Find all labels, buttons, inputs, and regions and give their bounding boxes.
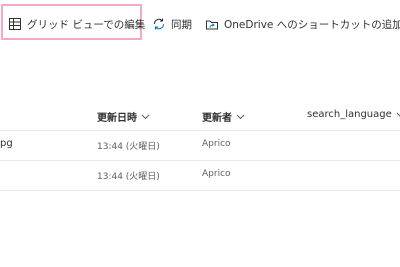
column-header-modified-by-label: 更新者 (202, 113, 232, 124)
sync-button[interactable]: 同期 (152, 0, 192, 48)
modified-time: 13:44 (火曜日) (97, 172, 160, 182)
command-bar: グリッド ビューでの編集 同期 OneDrive へのショートカットの追加 (0, 0, 400, 48)
chevron-down-icon (141, 112, 150, 121)
edit-in-grid-view-button[interactable]: グリッド ビューでの編集 (8, 0, 145, 48)
document-library-view: グリッド ビューでの編集 同期 OneDrive へのショートカットの追加 更新… (0, 0, 400, 267)
modified-by[interactable]: Aprico (202, 169, 231, 179)
chevron-down-icon (236, 112, 245, 121)
file-name[interactable]: pg (0, 138, 13, 149)
column-header-row: 更新日時 更新者 search_language (0, 102, 400, 131)
column-header-modified-label: 更新日時 (97, 113, 137, 124)
column-header-search-language-label: search_language (307, 109, 392, 120)
column-header-modified[interactable]: 更新日時 (97, 109, 150, 124)
list-row[interactable]: 13:44 (火曜日) Aprico (0, 160, 400, 191)
sync-label: 同期 (171, 18, 192, 31)
sync-icon (152, 17, 166, 31)
column-header-search-language[interactable]: search_language (307, 109, 400, 120)
list-row[interactable]: pg 13:44 (火曜日) Aprico (0, 130, 400, 161)
add-shortcut-to-onedrive-button[interactable]: OneDrive へのショートカットの追加 (205, 0, 400, 48)
modified-time: 13:44 (火曜日) (97, 142, 160, 152)
column-header-modified-by[interactable]: 更新者 (202, 109, 245, 124)
edit-in-grid-view-label: グリッド ビューでの編集 (27, 18, 146, 31)
grid-table-icon (8, 17, 22, 31)
chevron-down-icon (396, 110, 400, 119)
onedrive-shortcut-icon (205, 17, 219, 31)
modified-by[interactable]: Aprico (202, 139, 231, 149)
add-shortcut-label: OneDrive へのショートカットの追加 (224, 18, 400, 31)
